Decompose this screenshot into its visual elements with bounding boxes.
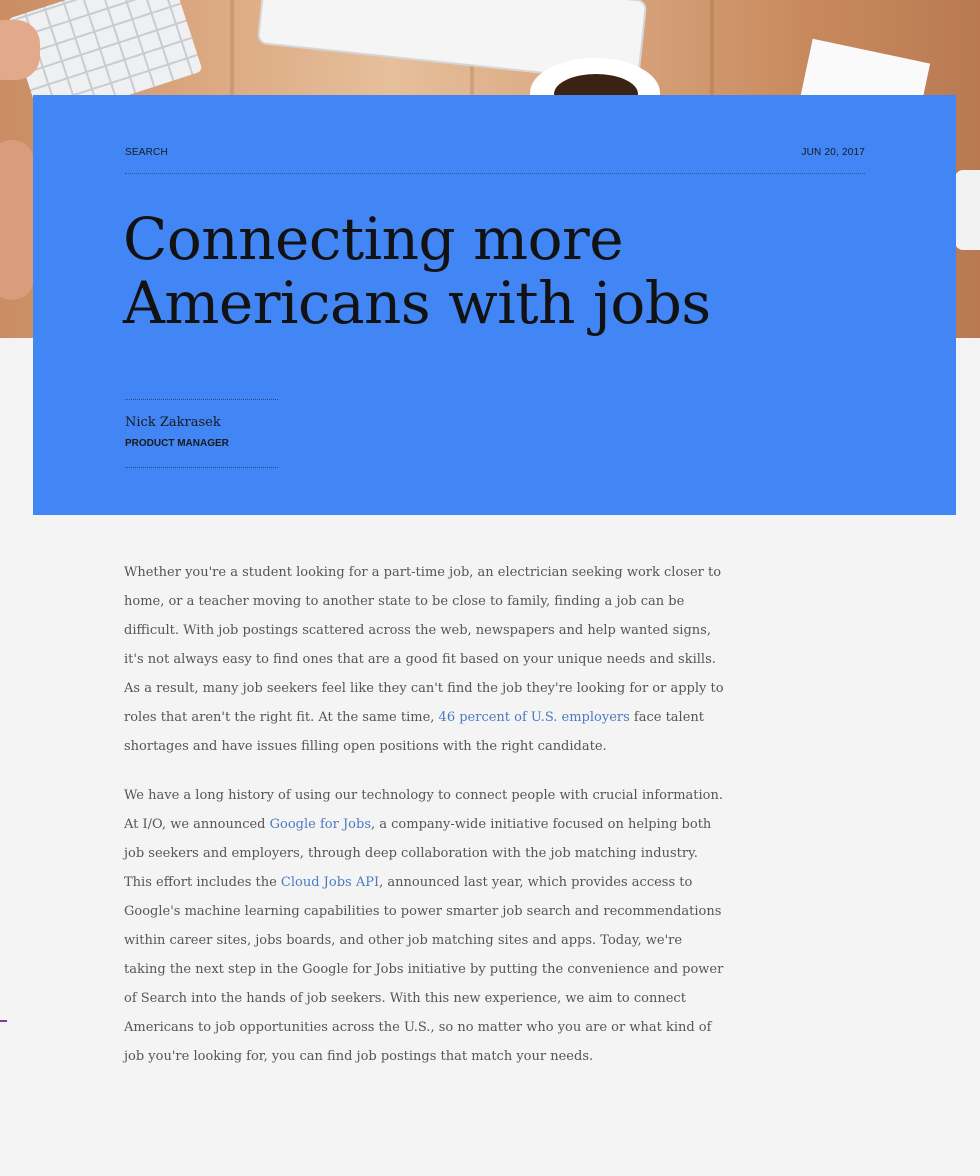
cloud-jobs-api-link[interactable]: Cloud Jobs API (281, 875, 379, 890)
author-divider-bottom (125, 467, 278, 468)
author-name: Nick Zakrasek (125, 415, 221, 430)
category-link[interactable]: SEARCH (125, 147, 168, 158)
sleeve-image (955, 170, 980, 250)
article-header-card: SEARCH JUN 20, 2017 Connecting more Amer… (33, 95, 956, 515)
hand-image (0, 20, 40, 80)
meta-divider (125, 173, 865, 174)
article-paragraph-2: We have a long history of using our tech… (124, 781, 724, 1071)
article-title: Connecting more Americans with jobs (123, 207, 863, 335)
article-title-line-1: Connecting more (123, 205, 624, 273)
author-divider-top (125, 399, 278, 400)
article-title-line-2: Americans with jobs (123, 269, 711, 337)
paragraph-text: , announced last year, which provides ac… (124, 875, 724, 1064)
publish-date: JUN 20, 2017 (801, 147, 865, 158)
google-for-jobs-link[interactable]: Google for Jobs (270, 817, 371, 832)
paragraph-text: Whether you're a student looking for a p… (124, 565, 724, 725)
left-edge-marker (0, 1020, 7, 1022)
article-paragraph-1: Whether you're a student looking for a p… (124, 558, 724, 761)
author-role: PRODUCT MANAGER (125, 438, 229, 449)
employers-statistic-link[interactable]: 46 percent of U.S. employers (439, 710, 630, 725)
arm-image (0, 140, 34, 300)
article-body: Whether you're a student looking for a p… (124, 558, 724, 1091)
article-meta: SEARCH JUN 20, 2017 (125, 147, 865, 158)
